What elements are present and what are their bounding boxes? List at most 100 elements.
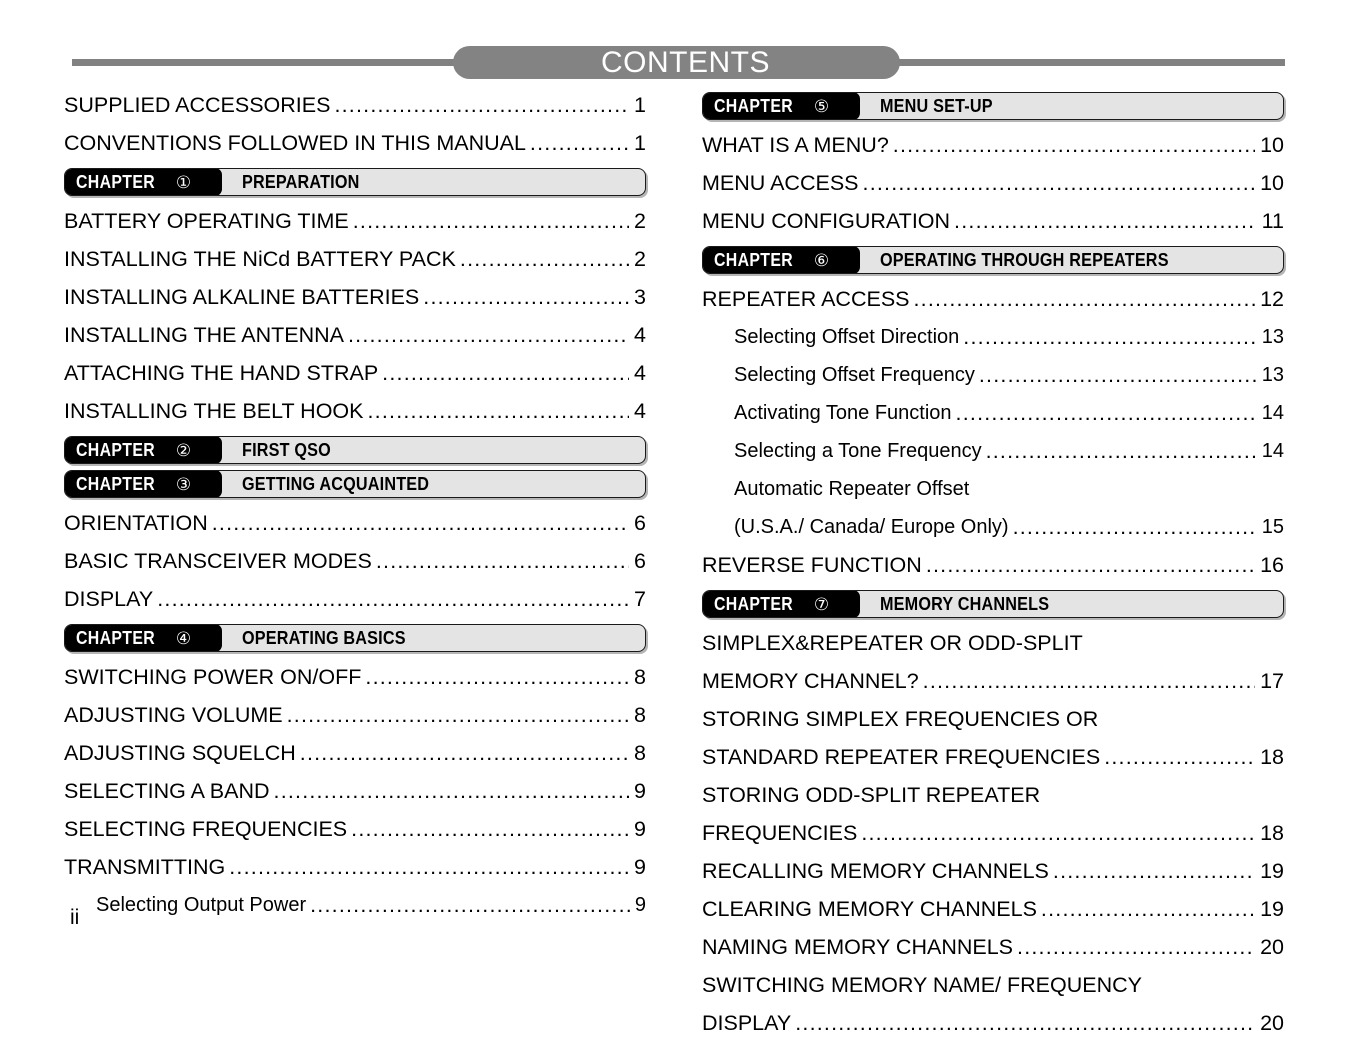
toc-entry-label: Selecting Offset Frequency [734,364,975,386]
toc-entry-page: 9 [634,894,646,916]
toc-entry-page: 13 [1261,364,1284,386]
toc-entry[interactable]: SELECTING FREQUENCIES...................… [64,810,646,848]
toc-entry-page: 17 [1260,669,1284,693]
dot-leader: ........................................… [954,209,1257,233]
chapter-title-text: PREPARATION [242,171,360,192]
toc-entry-label: SELECTING A BAND [64,779,270,803]
toc-entry-label: CLEARING MEMORY CHANNELS [702,897,1037,921]
chapter-bar[interactable]: CHAPTER ② FIRST QSO [64,436,646,464]
toc-entry-page: 19 [1260,859,1284,883]
chapter-number-icon: ⑤ [813,96,830,116]
toc-entry-page: 4 [634,361,646,385]
chapter-tag: CHAPTER ⑦ [703,591,860,617]
toc-entry[interactable]: SWITCHING POWER ON/OFF..................… [64,658,646,696]
toc-entry-label: BASIC TRANSCEIVER MODES [64,549,372,573]
chapter-bar[interactable]: CHAPTER ① PREPARATION [64,168,646,196]
toc-entry[interactable]: INSTALLING THE ANTENNA..................… [64,316,646,354]
toc-entry-label: Selecting Offset Direction [734,326,960,348]
dot-leader: ........................................… [382,361,629,385]
toc-entry-label: Activating Tone Function [734,402,952,424]
toc-entry[interactable]: RECALLING MEMORY CHANNELS...............… [702,852,1284,890]
toc-entry-label: MENU ACCESS [702,171,859,195]
toc-entry[interactable]: CLEARING MEMORY CHANNELS................… [702,890,1284,928]
dot-leader: ........................................… [375,549,629,573]
chapter-number-icon: ⑦ [813,594,830,614]
chapter-tag: CHAPTER ① [65,169,222,195]
chapter-number-icon: ⑥ [813,250,830,270]
toc-entry[interactable]: CONVENTIONS FOLLOWED IN THIS MANUAL.....… [64,124,646,162]
toc-entry[interactable]: ADJUSTING VOLUME........................… [64,696,646,734]
toc-subentry[interactable]: Selecting Offset Frequency..............… [702,356,1284,394]
chapter-number-icon: ② [175,440,192,460]
dot-leader: ........................................… [1040,897,1256,921]
chapter-title: PREPARATION [222,169,645,195]
toc-entry-label-line1: Automatic Repeater Offset [734,478,970,500]
chapter-title-text: MENU SET-UP [880,95,993,116]
chapter-bar[interactable]: CHAPTER ④ OPERATING BASICS [64,624,646,652]
toc-entry-label: RECALLING MEMORY CHANNELS [702,859,1049,883]
toc-entry[interactable]: SUPPLIED ACCESSORIES....................… [64,86,646,124]
toc-subentry[interactable]: Selecting Output Power..................… [64,886,646,924]
toc-entry[interactable]: BASIC TRANSCEIVER MODES.................… [64,542,646,580]
page-number: ii [70,906,80,929]
toc-subentry[interactable]: Selecting Offset Direction..............… [702,318,1284,356]
toc-entry-page: 14 [1261,402,1284,424]
dot-leader: ........................................… [351,817,629,841]
toc-entry-page: 4 [634,399,646,423]
chapter-title: OPERATING THROUGH REPEATERS [860,247,1283,273]
toc-entry-page: 12 [1260,287,1284,311]
toc-entry-page: 8 [634,703,646,727]
toc-entry[interactable]: SELECTING A BAND........................… [64,772,646,810]
toc-entry[interactable]: MENU ACCESS.............................… [702,164,1284,202]
toc-entry-page: 16 [1260,553,1284,577]
dot-leader: ........................................… [1052,859,1256,883]
toc-subentry[interactable]: Selecting a Tone Frequency..............… [702,432,1284,470]
toc-entry[interactable]: INSTALLING THE NiCd BATTERY PACK........… [64,240,646,278]
toc-entry-label: DISPLAY [64,587,154,611]
dot-leader: ........................................… [1012,515,1257,539]
dot-leader: ........................................… [978,363,1257,387]
toc-entry[interactable]: ORIENTATION.............................… [64,504,646,542]
chapter-bar[interactable]: CHAPTER ⑥ OPERATING THROUGH REPEATERS [702,246,1284,274]
toc-entry-label: NAMING MEMORY CHANNELS [702,935,1014,959]
toc-entry[interactable]: ATTACHING THE HAND STRAP................… [64,354,646,392]
chapter-label: CHAPTER [76,171,156,192]
toc-entry[interactable]: INSTALLING ALKALINE BATTERIES...........… [64,278,646,316]
chapter-title: OPERATING BASICS [222,625,645,651]
page-header: CONTENTS [0,46,1352,82]
toc-subentry[interactable]: Activating Tone Function................… [702,394,1284,432]
toc-entry-label-line1: SWITCHING MEMORY NAME/ FREQUENCY [702,973,1142,997]
toc-entry[interactable]: MENU CONFIGURATION......................… [702,202,1284,240]
toc-entry-multiline[interactable]: STORING SIMPLEX FREQUENCIES OR STANDARD R… [702,700,1284,776]
toc-entry-label: ADJUSTING VOLUME [64,703,283,727]
toc-entry[interactable]: REPEATER ACCESS.........................… [702,280,1284,318]
toc-entry[interactable]: WHAT IS A MENU?.........................… [702,126,1284,164]
toc-subentry-multiline[interactable]: Automatic Repeater Offset (U.S.A./ Canada… [702,470,1284,546]
toc-entry[interactable]: DISPLAY.................................… [64,580,646,618]
toc-entry-multiline[interactable]: SIMPLEX&REPEATER OR ODD-SPLIT MEMORY CHAN… [702,624,1284,700]
toc-entry-page: 1 [634,131,646,155]
dot-leader: ........................................… [459,247,629,271]
chapter-bar[interactable]: CHAPTER ⑦ MEMORY CHANNELS [702,590,1284,618]
chapter-label: CHAPTER [76,627,156,648]
toc-entry-label-line1: STORING SIMPLEX FREQUENCIES OR [702,707,1099,731]
chapter-label: CHAPTER [714,593,794,614]
toc-entry-label: SELECTING FREQUENCIES [64,817,348,841]
toc-entry[interactable]: REVERSE FUNCTION........................… [702,546,1284,584]
chapter-title-text: MEMORY CHANNELS [880,593,1050,614]
chapter-bar[interactable]: CHAPTER ③ GETTING ACQUAINTED [64,470,646,498]
toc-entry-multiline[interactable]: SWITCHING MEMORY NAME/ FREQUENCY DISPLAY.… [702,966,1284,1042]
toc-entry-page: 20 [1260,935,1284,959]
toc-entry[interactable]: BATTERY OPERATING TIME..................… [64,202,646,240]
toc-entry[interactable]: NAMING MEMORY CHANNELS..................… [702,928,1284,966]
chapter-label: CHAPTER [76,439,156,460]
chapter-bar[interactable]: CHAPTER ⑤ MENU SET-UP [702,92,1284,120]
toc-entry-page: 8 [634,665,646,689]
toc-entry-multiline[interactable]: STORING ODD-SPLIT REPEATER FREQUENCIES...… [702,776,1284,852]
toc-entry-page: 8 [634,741,646,765]
toc-entry[interactable]: ADJUSTING SQUELCH.......................… [64,734,646,772]
toc-entry[interactable]: INSTALLING THE BELT HOOK................… [64,392,646,430]
toc-entry[interactable]: TRANSMITTING............................… [64,848,646,886]
toc-entry-page: 6 [634,511,646,535]
toc-entry-page: 10 [1260,133,1284,157]
